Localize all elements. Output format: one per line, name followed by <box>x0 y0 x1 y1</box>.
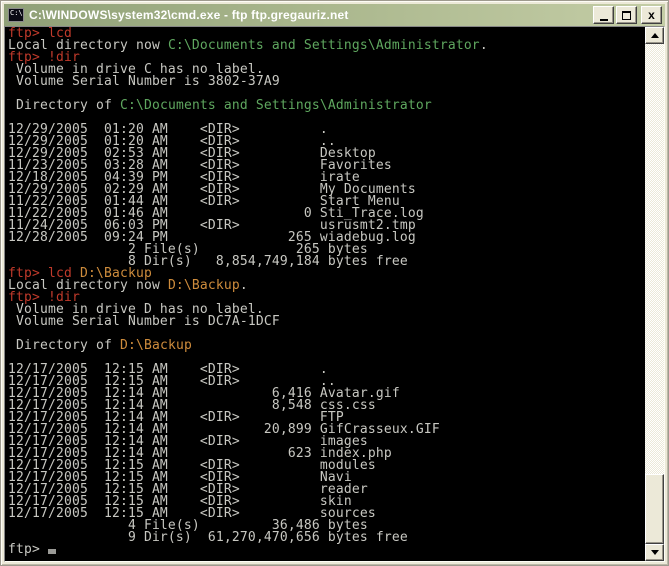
window-title: C:\WINDOWS\system32\cmd.exe - ftp ftp.gr… <box>29 8 349 22</box>
window-controls: x <box>593 6 662 24</box>
console-line: Volume Serial Number is DC7A-1DCF <box>8 314 645 329</box>
console-line: 9 Dir(s) 61,270,470,656 bytes free <box>8 530 645 545</box>
console-line: Local directory now C:\Documents and Set… <box>8 38 645 53</box>
scroll-down-button[interactable] <box>645 544 664 561</box>
console-text-segment: Volume Serial Number is DC7A-1DCF <box>8 314 280 329</box>
maximize-button[interactable] <box>616 6 637 24</box>
close-icon: x <box>648 8 655 22</box>
close-button[interactable]: x <box>641 6 662 24</box>
vertical-scrollbar <box>645 27 664 561</box>
scroll-up-icon <box>650 33 659 38</box>
console-text-segment: Volume Serial Number is 3802-37A9 <box>8 74 280 89</box>
console-text-segment: C:\Documents and Settings\Administrator <box>119 98 432 113</box>
console-text-segment: Directory of <box>8 338 120 353</box>
minimize-icon <box>599 18 608 21</box>
console-text-segment: 9 Dir(s) 61,270,470,656 bytes free <box>8 530 408 545</box>
cmd-window: C:\ C:\WINDOWS\system32\cmd.exe - ftp ft… <box>0 0 669 566</box>
console-text-segment: . <box>239 278 248 293</box>
console-output[interactable]: ftp> lcd Local directory now C:\Documents… <box>5 27 645 561</box>
console-text-segment: D:\Backup <box>167 278 240 293</box>
minimize-button[interactable] <box>593 6 614 24</box>
console-text-segment: . <box>479 38 488 53</box>
cmd-icon: C:\ <box>8 8 24 22</box>
console-text-segment: D:\Backup <box>119 338 192 353</box>
console-area: ftp> lcd Local directory now C:\Documents… <box>4 26 665 562</box>
console-line: Volume Serial Number is 3802-37A9 <box>8 74 645 89</box>
maximize-icon <box>622 10 631 20</box>
scrollbar-thumb[interactable] <box>645 474 664 544</box>
console-line: Directory of C:\Documents and Settings\A… <box>8 98 645 113</box>
console-text-segment: ftp> <box>8 542 48 557</box>
console-text-segment: C:\Documents and Settings\Administrator <box>167 38 480 53</box>
scroll-up-button[interactable] <box>645 27 664 44</box>
scrollbar-track[interactable] <box>645 44 664 544</box>
text-cursor <box>47 549 56 554</box>
console-line: Local directory now D:\Backup. <box>8 278 645 293</box>
titlebar[interactable]: C:\ C:\WINDOWS\system32\cmd.exe - ftp ft… <box>4 4 665 26</box>
console-line: Directory of D:\Backup <box>8 338 645 353</box>
console-text-segment: Directory of <box>8 98 120 113</box>
console-line: ftp> <box>8 542 645 557</box>
scroll-down-icon <box>650 550 659 555</box>
